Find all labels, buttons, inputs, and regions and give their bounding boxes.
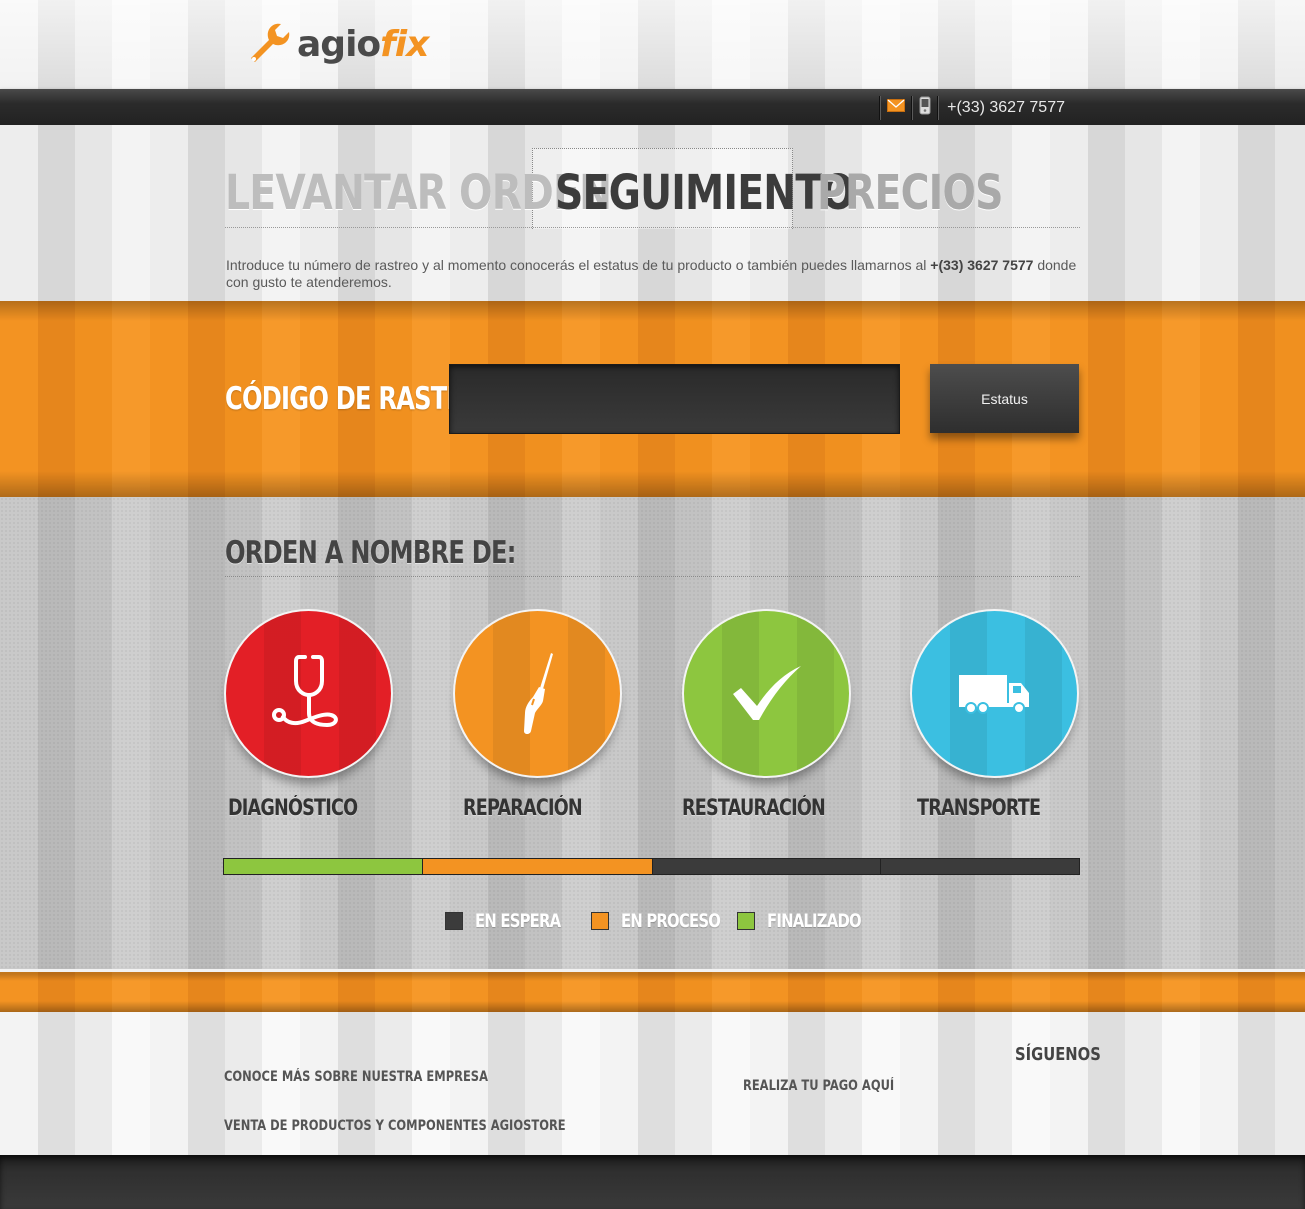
stage-label: RESTAURACIÓN xyxy=(682,796,826,821)
legend-item-en-proceso: EN PROCESO xyxy=(591,910,721,932)
legend-label: EN PROCESO xyxy=(621,910,721,932)
orange-divider xyxy=(0,969,1305,1012)
footer-link-payment[interactable]: REALIZA TU PAGO AQUÍ xyxy=(743,1078,894,1094)
estatus-button[interactable]: Estatus xyxy=(930,364,1079,433)
logo-text-part2: fix xyxy=(380,24,429,65)
progress-bar xyxy=(223,858,1080,875)
legend-swatch xyxy=(591,912,609,930)
legend-label: EN ESPERA xyxy=(475,910,561,932)
stage-circle xyxy=(682,609,851,778)
stage-reparacion: REPARACIÓN xyxy=(453,609,622,823)
tab-seguimiento[interactable]: SEGUIMIENTO xyxy=(555,165,855,221)
order-owner-title: ORDEN A NOMBRE DE: xyxy=(225,535,516,571)
logo-text: agiofix xyxy=(297,24,429,65)
divider xyxy=(879,96,882,120)
stage-circle xyxy=(453,609,622,778)
phone-number: +(33) 3627 7577 xyxy=(947,99,1065,116)
progress-segment-transporte xyxy=(881,859,1079,874)
status-section xyxy=(0,497,1305,969)
wrench-icon xyxy=(245,18,293,71)
tracking-code-input[interactable] xyxy=(449,364,900,434)
tab-divider xyxy=(225,227,1080,228)
legend-swatch xyxy=(737,912,755,930)
divider xyxy=(911,96,914,120)
logo-text-part1: agio xyxy=(297,24,381,65)
order-divider xyxy=(225,576,1080,577)
legend-swatch xyxy=(445,912,463,930)
stage-circle xyxy=(224,609,393,778)
intro-phone: +(33) 3627 7577 xyxy=(930,257,1034,273)
logo[interactable]: agiofix xyxy=(245,18,429,71)
intro-text: Introduce tu número de rastreo y al mome… xyxy=(226,257,1081,291)
header xyxy=(0,0,1305,89)
contact-info: +(33) 3627 7577 xyxy=(873,96,1065,120)
progress-segment-reparacion xyxy=(423,859,653,874)
footer xyxy=(0,1012,1305,1155)
legend-label: FINALIZADO xyxy=(767,910,862,932)
tab-precios[interactable]: PRECIOS xyxy=(817,165,1003,221)
stage-transporte: TRANSPORTE xyxy=(910,609,1079,823)
footer-link-store[interactable]: VENTA DE PRODUCTOS Y COMPONENTES AGIOSTO… xyxy=(224,1118,566,1134)
intro-text-start: Introduce tu número de rastreo y al mome… xyxy=(226,257,931,273)
legend-item-en-espera: EN ESPERA xyxy=(445,910,561,932)
legend-item-finalizado: FINALIZADO xyxy=(737,910,862,932)
stage-label: TRANSPORTE xyxy=(917,796,1041,821)
stage-label: REPARACIÓN xyxy=(463,796,583,821)
stage-circle xyxy=(910,609,1079,778)
progress-segment-restauracion xyxy=(653,859,881,874)
status-legend: EN ESPERA EN PROCESO FINALIZADO xyxy=(445,910,883,932)
divider xyxy=(937,96,940,120)
stage-restauracion: RESTAURACIÓN xyxy=(682,609,851,823)
tab-levantar-orden[interactable]: LEVANTAR ORDEN xyxy=(225,165,612,221)
top-bar xyxy=(0,89,1305,125)
progress-segment-diagnostico xyxy=(224,859,423,874)
follow-us-heading: SÍGUENOS xyxy=(1015,1044,1101,1065)
bottom-bar xyxy=(0,1155,1305,1209)
mail-icon[interactable] xyxy=(887,99,906,117)
stage-diagnostico: DIAGNÓSTICO xyxy=(224,609,393,823)
stage-label: DIAGNÓSTICO xyxy=(227,796,358,821)
mobile-phone-icon xyxy=(919,96,931,120)
footer-link-company[interactable]: CONOCE MÁS SOBRE NUESTRA EMPRESA xyxy=(224,1069,488,1085)
